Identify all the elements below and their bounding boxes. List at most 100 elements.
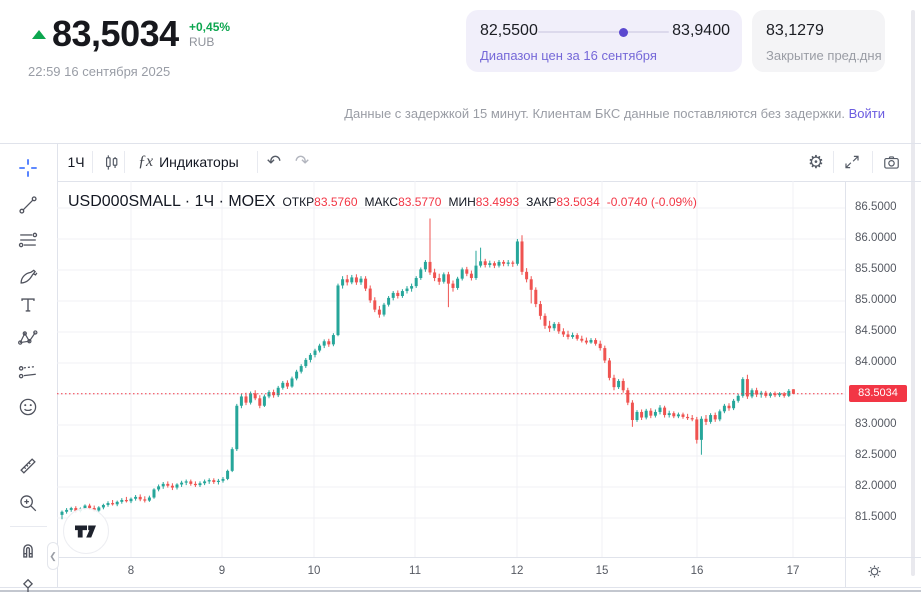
redo-icon: ↷: [295, 152, 309, 172]
toolbar-divider: [833, 151, 834, 173]
widget-top-border: [0, 143, 921, 144]
tradingview-logo-icon: [74, 524, 98, 539]
tool-ruler[interactable]: [12, 450, 44, 482]
toolbar-divider: [124, 151, 125, 173]
current-price: 83,5034: [52, 13, 179, 55]
x-axis-label: 11: [409, 565, 421, 577]
candles-icon: [102, 153, 121, 172]
axis-gear-icon: [866, 563, 883, 580]
settings-button[interactable]: ⚙: [803, 148, 829, 176]
trend-line-icon: [17, 194, 39, 216]
tool-forecast[interactable]: [12, 356, 44, 388]
ruler-icon: [17, 455, 39, 477]
tool-xabcd-pattern[interactable]: [12, 322, 44, 354]
snapshot-button[interactable]: [878, 148, 904, 176]
x-axis-label: 8: [128, 565, 134, 577]
current-price-axis-label: 83.5034: [849, 385, 907, 402]
chevron-left-icon: ❮: [49, 551, 57, 562]
range-caption: Диапазон цен за 16 сентября: [480, 48, 657, 63]
y-axis-label: 82.0000: [855, 480, 897, 492]
price-axis[interactable]: 86.5000 86.0000 85.5000 85.0000 84.5000 84.00…: [845, 181, 921, 557]
tool-zoom-in[interactable]: [12, 487, 44, 519]
y-axis-label: 84.0000: [855, 356, 897, 368]
tool-trend-line[interactable]: [12, 189, 44, 221]
indicators-button[interactable]: ƒx Индикаторы: [130, 148, 247, 176]
legend-open: ОТКР83.5760: [282, 193, 357, 211]
toolbar-divider: [92, 151, 93, 173]
y-axis-label: 86.0000: [855, 232, 897, 244]
login-link[interactable]: Войти: [849, 106, 885, 121]
brush-icon: [17, 266, 39, 288]
fullscreen-icon: [843, 153, 861, 171]
x-axis-label: 12: [511, 565, 524, 577]
y-axis-label: 84.5000: [855, 325, 897, 337]
range-slider-dot: [619, 28, 628, 37]
forecast-icon: [17, 361, 39, 383]
legend-low: МИН83.4993: [448, 193, 519, 211]
delay-notice: Данные с задержкой 15 минут. Клиентам БК…: [344, 106, 885, 121]
magnet-icon: [17, 539, 39, 561]
price-change-percent: +0,45%: [189, 20, 230, 34]
tool-emoji[interactable]: [12, 391, 44, 423]
legend-high: МАКС83.5770: [365, 193, 442, 211]
text-icon: [17, 294, 39, 316]
widget-bottom-border: [0, 587, 921, 588]
chart-type-button[interactable]: [97, 148, 125, 176]
y-axis-label: 85.5000: [855, 263, 897, 275]
time-axis[interactable]: 8 9 10 11 12 15 16 17: [57, 557, 845, 587]
x-axis-label: 9: [219, 565, 225, 577]
zoom-in-icon: [17, 492, 39, 514]
y-axis-label: 85.0000: [855, 294, 897, 306]
tool-magnet[interactable]: [12, 534, 44, 566]
chart-pane[interactable]: [57, 181, 845, 557]
undo-icon: ↶: [267, 152, 281, 172]
x-axis-label: 16: [691, 565, 704, 577]
toolbar-divider: [872, 151, 873, 173]
prev-close-caption: Закрытие пред.дня: [766, 48, 882, 63]
price-range-card: 82,5500 83,9400 Диапазон цен за 16 сентя…: [466, 10, 742, 72]
legend-change: -0.0740 (-0.09%): [607, 195, 697, 209]
parallel-lines-icon: [17, 229, 39, 251]
tool-crosshair[interactable]: [12, 152, 44, 184]
price-up-triangle-icon: [32, 30, 46, 39]
symbol-title[interactable]: USD000SMALL · 1Ч · MOEX: [68, 193, 275, 211]
tool-edit[interactable]: [12, 572, 44, 592]
y-axis-label: 86.5000: [855, 201, 897, 213]
undo-button[interactable]: ↶: [262, 148, 286, 176]
currency-label: RUB: [189, 35, 214, 49]
pencil-icon: [17, 577, 39, 592]
interval-button[interactable]: 1Ч: [62, 148, 90, 176]
tool-text[interactable]: [12, 289, 44, 321]
y-axis-label: 81.5000: [855, 511, 897, 523]
camera-icon: [882, 153, 901, 172]
trading-page: 83,5034 +0,45% RUB 22:59 16 сентября 202…: [0, 0, 921, 592]
tool-parallel-lines[interactable]: [12, 224, 44, 256]
tradingview-logo[interactable]: [63, 508, 109, 554]
gear-icon: ⚙: [808, 152, 824, 173]
quote-timestamp: 22:59 16 сентября 2025: [28, 64, 170, 79]
toolbar-divider: [257, 151, 258, 173]
prev-close-value: 83,1279: [766, 22, 824, 40]
redo-button[interactable]: ↷: [290, 148, 314, 176]
screen-bottom-edge: [0, 590, 921, 592]
range-low: 82,5500: [480, 22, 538, 40]
prev-close-card: 83,1279 Закрытие пред.дня: [752, 10, 885, 72]
delay-notice-text: Данные с задержкой 15 минут. Клиентам БК…: [344, 106, 845, 121]
range-slider-track: [538, 31, 669, 33]
y-axis-label: 83.0000: [855, 418, 897, 430]
emoji-smiley-icon: [17, 396, 39, 418]
indicators-label: Индикаторы: [159, 154, 239, 170]
range-high: 83,9400: [672, 22, 730, 40]
x-axis-label: 10: [308, 565, 321, 577]
xabcd-pattern-icon: [17, 327, 39, 349]
crosshair-icon: [17, 157, 39, 179]
axis-settings-button[interactable]: [866, 563, 883, 585]
x-axis-label: 17: [787, 565, 800, 577]
y-axis-label: 82.5000: [855, 449, 897, 461]
legend-close: ЗАКР83.5034: [526, 193, 600, 211]
fullscreen-button[interactable]: [839, 148, 865, 176]
fx-icon: ƒx: [138, 153, 153, 171]
x-axis-label: 15: [596, 565, 609, 577]
chart-legend: USD000SMALL · 1Ч · MOEX ОТКР83.5760 МАКС…: [68, 193, 697, 211]
interval-label: 1Ч: [67, 154, 84, 170]
